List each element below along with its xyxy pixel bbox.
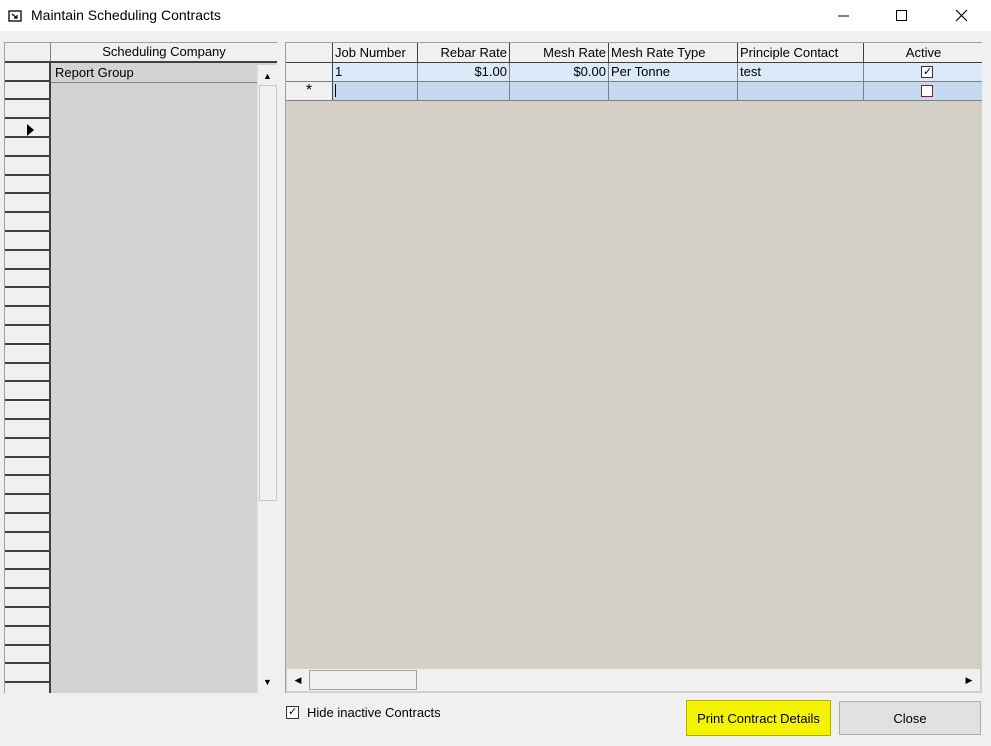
row-selector-cell[interactable] [5, 514, 49, 533]
row-selector-cell[interactable] [5, 326, 49, 345]
triangle-right-icon: ▶ [965, 674, 973, 685]
new-cell-job-number[interactable] [333, 82, 418, 100]
row-divider [51, 82, 257, 83]
minimize-button[interactable] [815, 0, 873, 31]
row-selector-cell[interactable] [5, 627, 49, 646]
row-selector-cell[interactable] [5, 665, 49, 684]
row-selector-cell[interactable] [5, 477, 49, 496]
row-selector-cell[interactable] [5, 63, 49, 82]
row-selector-cell[interactable] [5, 176, 49, 195]
form-icon [8, 10, 22, 22]
new-cell-active [864, 82, 982, 100]
table-row[interactable]: 1 $1.00 $0.00 Per Tonne test ✓ [286, 63, 982, 82]
row-selector-cell[interactable] [5, 439, 49, 458]
row-selector-cell[interactable] [5, 119, 49, 139]
column-header-active[interactable]: Active [864, 43, 982, 63]
text-caret [335, 84, 336, 97]
new-row[interactable]: * [286, 82, 982, 101]
checkmark-icon: ✓ [923, 66, 933, 78]
close-button[interactable]: Close [839, 701, 981, 735]
horizontal-scrollbar[interactable]: ◀ ▶ [287, 669, 980, 691]
row-selector-cell[interactable] [5, 213, 49, 233]
row-selector-cell[interactable] [5, 345, 49, 364]
new-cell-mesh-rate[interactable] [510, 82, 609, 100]
row-selector-cell[interactable] [5, 608, 49, 627]
row-selector-cell[interactable] [5, 251, 49, 270]
horizontal-scroll-thumb[interactable] [309, 670, 417, 690]
new-cell-mesh-rate-type[interactable] [609, 82, 738, 100]
triangle-left-icon: ◀ [294, 674, 302, 685]
hide-inactive-checkbox[interactable]: ✓ [286, 706, 299, 719]
new-cell-principle-contact[interactable] [738, 82, 864, 100]
column-header-principle-contact[interactable]: Principle Contact [738, 43, 864, 63]
close-icon [955, 9, 967, 22]
row-selector-cell[interactable] [5, 195, 49, 214]
cell-active: ✓ [864, 63, 982, 81]
row-selector[interactable] [286, 63, 333, 81]
hide-inactive-label[interactable]: Hide inactive Contracts [307, 705, 441, 720]
new-row-selector[interactable]: * [286, 82, 333, 100]
row-selector-cell[interactable] [5, 495, 49, 515]
triangle-down-icon: ▼ [263, 677, 272, 687]
minimize-icon [838, 15, 849, 16]
column-header-scheduling-company[interactable]: Scheduling Company [51, 44, 277, 59]
row-selector-cell[interactable] [5, 101, 49, 120]
row-selector-cell[interactable] [5, 401, 49, 421]
hide-inactive-option[interactable]: ✓ Hide inactive Contracts [286, 705, 441, 720]
row-selector-cell[interactable] [5, 646, 49, 665]
row-selector-cell[interactable] [5, 82, 49, 101]
close-window-button[interactable] [932, 0, 990, 31]
window-title: Maintain Scheduling Contracts [31, 7, 221, 23]
column-header-job-number[interactable]: Job Number [333, 43, 418, 63]
contracts-grid-header: Job Number Rebar Rate Mesh Rate Mesh Rat… [286, 43, 982, 63]
cell-mesh-rate[interactable]: $0.00 [510, 63, 609, 81]
row-selector-cell[interactable] [5, 571, 49, 590]
scheduling-company-grid[interactable]: Scheduling Company Report Group ▲ ▼ [4, 42, 277, 693]
left-grid-corner[interactable] [5, 43, 51, 61]
row-selector-cell[interactable] [5, 533, 49, 552]
scroll-up-button[interactable]: ▲ [258, 67, 277, 85]
scroll-left-button[interactable]: ◀ [289, 671, 307, 689]
row-selector-cell[interactable] [5, 270, 49, 289]
row-selector-cell[interactable] [5, 383, 49, 402]
row-selector-cell[interactable] [5, 307, 49, 327]
title-bar: Maintain Scheduling Contracts [0, 0, 991, 31]
column-header-rebar-rate[interactable]: Rebar Rate [418, 43, 510, 63]
new-active-checkbox[interactable] [921, 85, 933, 97]
triangle-up-icon: ▲ [263, 71, 272, 81]
row-selector-cell[interactable] [5, 364, 49, 383]
column-header-mesh-rate[interactable]: Mesh Rate [510, 43, 609, 63]
row-selector-cell[interactable] [5, 552, 49, 571]
list-item[interactable]: Report Group [55, 65, 134, 80]
vertical-scrollbar[interactable]: ▲ ▼ [257, 65, 277, 693]
row-selector-cell[interactable] [5, 138, 49, 157]
cell-principle-contact[interactable]: test [738, 63, 864, 81]
row-selector-column[interactable] [5, 63, 51, 693]
left-grid-header: Scheduling Company [5, 43, 277, 63]
scroll-down-button[interactable]: ▼ [258, 673, 277, 691]
maximize-icon [896, 9, 907, 21]
checkmark-icon: ✓ [288, 706, 298, 718]
new-cell-rebar-rate[interactable] [418, 82, 510, 100]
row-selector-cell[interactable] [5, 157, 49, 176]
row-selector-cell[interactable] [5, 589, 49, 609]
contracts-grid-corner[interactable] [286, 43, 333, 63]
column-header-mesh-rate-type[interactable]: Mesh Rate Type [609, 43, 738, 63]
vertical-scroll-thumb[interactable] [259, 85, 277, 501]
print-contract-details-button[interactable]: Print Contract Details [686, 700, 831, 736]
row-selector-cell[interactable] [5, 232, 49, 251]
active-checkbox[interactable]: ✓ [921, 66, 933, 78]
cell-rebar-rate[interactable]: $1.00 [418, 63, 510, 81]
cell-job-number[interactable]: 1 [333, 63, 418, 81]
row-selector-cell[interactable] [5, 458, 49, 477]
cell-mesh-rate-type[interactable]: Per Tonne [609, 63, 738, 81]
row-selector-cell[interactable] [5, 420, 49, 439]
contracts-grid[interactable]: Job Number Rebar Rate Mesh Rate Mesh Rat… [285, 42, 982, 693]
scroll-right-button[interactable]: ▶ [960, 671, 978, 689]
maximize-button[interactable] [873, 0, 931, 31]
row-selector-cell[interactable] [5, 289, 49, 308]
